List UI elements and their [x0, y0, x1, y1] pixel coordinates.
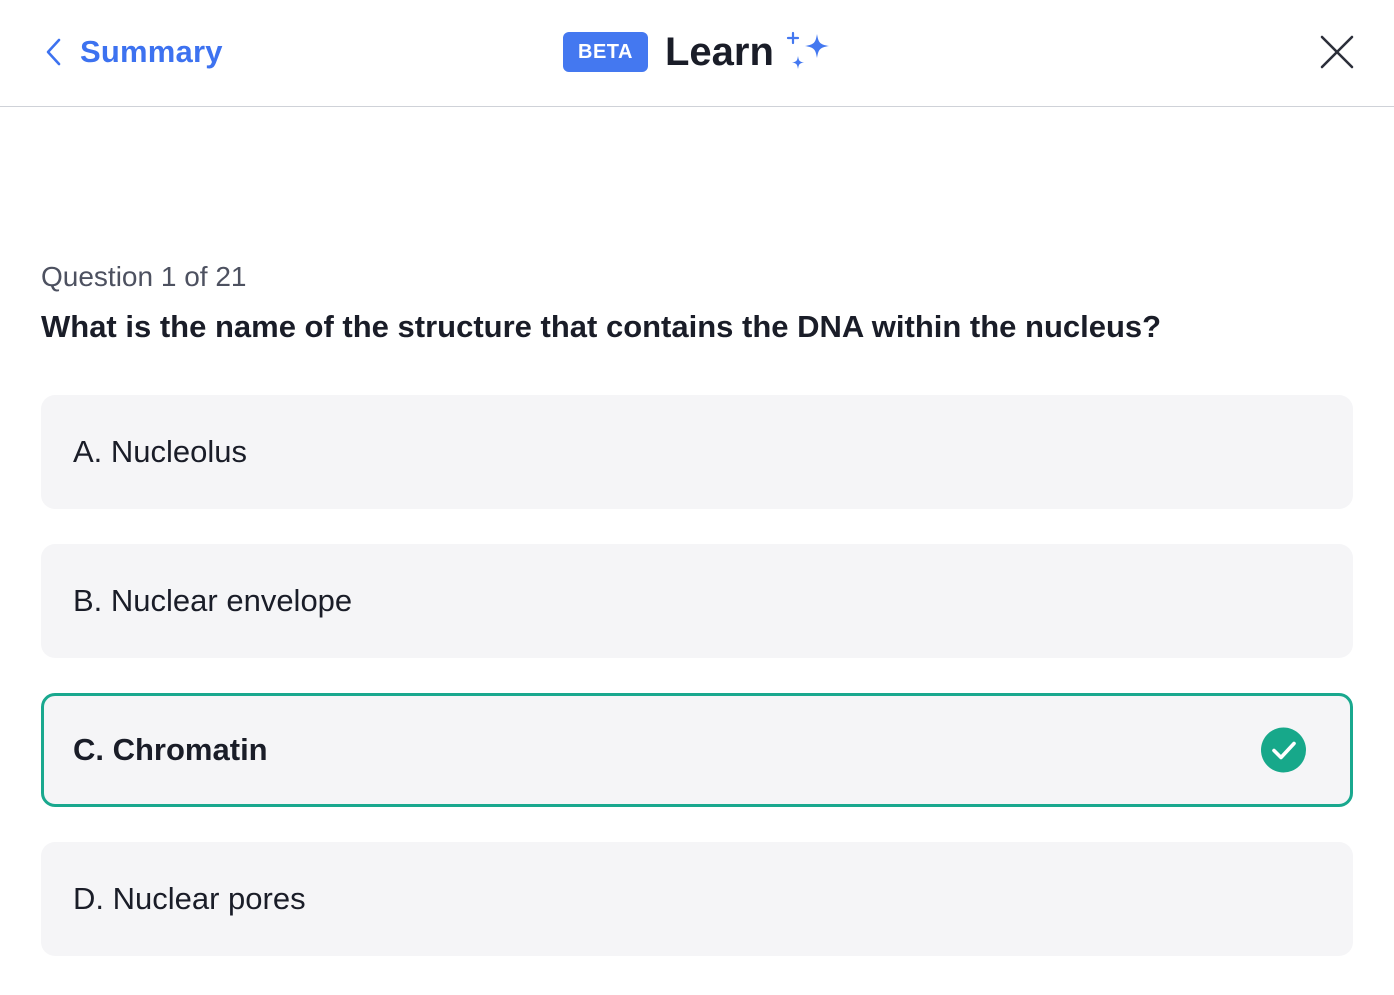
answer-label: A. Nucleolus	[73, 434, 248, 469]
chevron-left-icon	[46, 38, 61, 66]
question-counter: Question 1 of 21	[41, 261, 247, 292]
top-bar: Summary BETA Learn	[0, 0, 1394, 107]
back-label: Summary	[80, 34, 223, 69]
answer-option-d[interactable]: D. Nuclear pores	[41, 842, 1353, 956]
page-title: Learn	[664, 29, 774, 74]
answer-label: B. Nuclear envelope	[73, 583, 353, 618]
back-to-summary-button[interactable]: Summary	[44, 30, 223, 74]
check-circle-icon	[1261, 727, 1306, 773]
answer-label: C. Chromatin	[73, 732, 268, 767]
answer-option-b[interactable]: B. Nuclear envelope	[41, 544, 1353, 658]
question-text: What is the name of the structure that c…	[41, 309, 1162, 344]
answer-label: D. Nuclear pores	[73, 881, 306, 916]
page-title-group: BETA Learn	[563, 28, 832, 76]
answer-option-a[interactable]: A. Nucleolus	[41, 395, 1353, 509]
close-icon[interactable]	[1318, 33, 1356, 71]
answer-option-c[interactable]: C. Chromatin	[41, 693, 1353, 807]
beta-badge: BETA	[563, 32, 648, 72]
sparkle-icon	[786, 31, 829, 69]
